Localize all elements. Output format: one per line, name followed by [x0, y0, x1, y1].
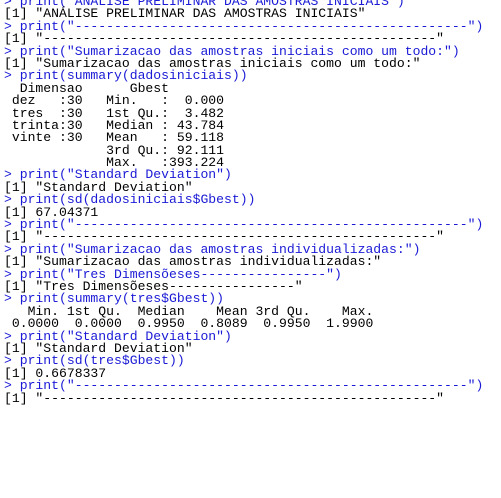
- r-console[interactable]: > print("ANÁLISE PRELIMINAR DAS AMOSTRAS…: [0, 0, 501, 498]
- console-output-line: [1] "-----------------------------------…: [4, 390, 445, 406]
